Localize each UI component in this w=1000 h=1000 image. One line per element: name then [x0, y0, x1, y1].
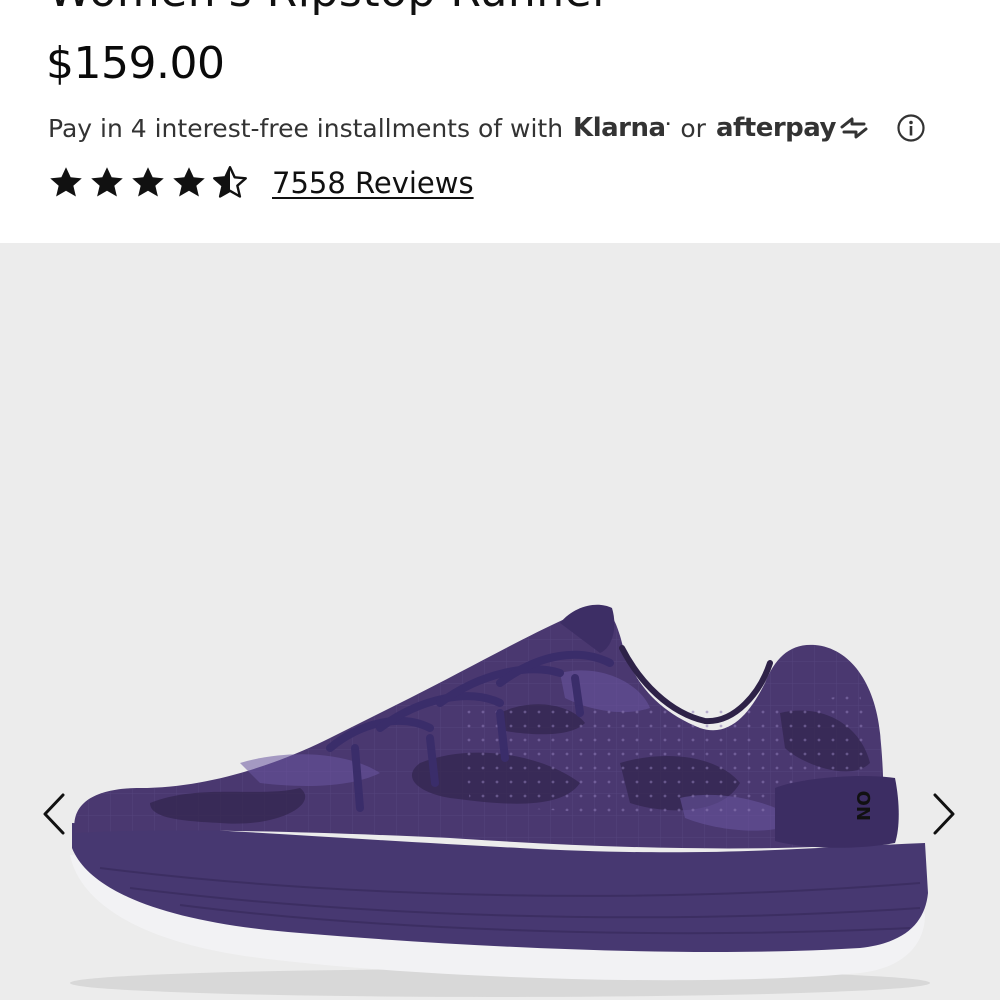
brand-stamp: NO [854, 791, 875, 821]
klarna-mark: . [665, 113, 671, 129]
rating-row: 7558 Reviews [48, 162, 474, 204]
product-image[interactable]: NO [0, 243, 1000, 1000]
installments-row: Pay in 4 interest-free installments of w… [48, 110, 926, 146]
star-full-icon [132, 167, 164, 197]
product-gallery: NO [0, 243, 1000, 1000]
star-full-icon [91, 167, 123, 197]
carousel-next-button[interactable] [924, 784, 964, 844]
carousel-prev-button[interactable] [34, 784, 74, 844]
chevron-right-icon [933, 793, 955, 835]
star-half-icon [213, 166, 247, 198]
reviews-link[interactable]: 7558 Reviews [272, 166, 474, 200]
star-full-icon [173, 167, 205, 197]
afterpay-label: afterpay [715, 113, 837, 143]
afterpay-arrows-icon [840, 117, 868, 139]
installments-text: Pay in 4 interest-free installments of w… [48, 113, 564, 143]
afterpay-logo: afterpay [716, 113, 870, 143]
chevron-left-icon [43, 793, 65, 835]
info-icon[interactable] [896, 113, 926, 143]
product-title: Women's Ripstop Runner [48, 0, 611, 17]
star-full-icon [50, 167, 82, 197]
klarna-logo: Klarna. [573, 113, 671, 143]
klarna-label: Klarna [573, 113, 666, 143]
product-price: $159.00 [46, 38, 225, 89]
star-rating [48, 165, 248, 201]
or-text: or [680, 113, 706, 143]
